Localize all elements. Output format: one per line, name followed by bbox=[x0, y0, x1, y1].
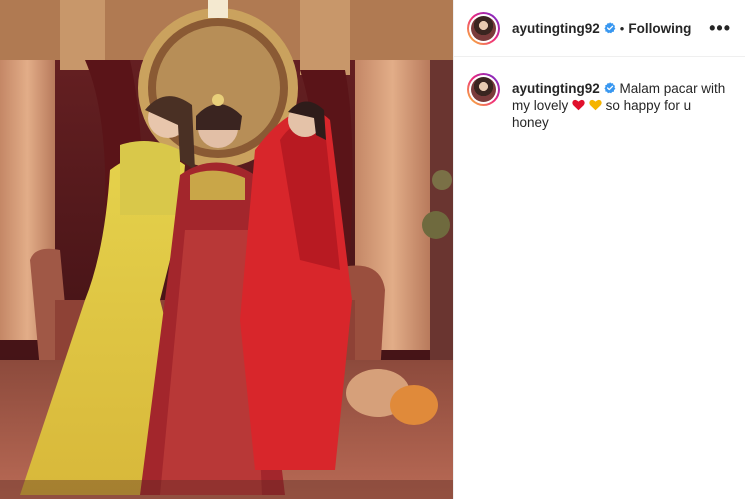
post-sidebar: ayutingting92 • Following ••• ayutingtin… bbox=[453, 0, 745, 499]
caption-username[interactable]: ayutingting92 bbox=[512, 81, 600, 96]
verified-badge-icon bbox=[604, 82, 616, 94]
header-username[interactable]: ayutingting92 bbox=[512, 21, 600, 36]
following-button[interactable]: Following bbox=[628, 21, 691, 36]
post-header: ayutingting92 • Following ••• bbox=[454, 0, 745, 57]
post-photo[interactable] bbox=[0, 0, 453, 499]
red-heart-icon bbox=[572, 98, 585, 111]
more-options-icon[interactable]: ••• bbox=[709, 19, 731, 37]
separator-dot: • bbox=[619, 20, 625, 36]
verified-badge-icon bbox=[604, 22, 616, 34]
avatar[interactable] bbox=[467, 11, 500, 45]
wedding-photo-image bbox=[0, 0, 453, 499]
yellow-heart-icon bbox=[589, 98, 602, 111]
caption-text: ayutingting92 Malam pacar with my lovely… bbox=[512, 73, 731, 131]
post-caption: ayutingting92 Malam pacar with my lovely… bbox=[454, 57, 745, 131]
caption-avatar[interactable] bbox=[467, 73, 500, 106]
